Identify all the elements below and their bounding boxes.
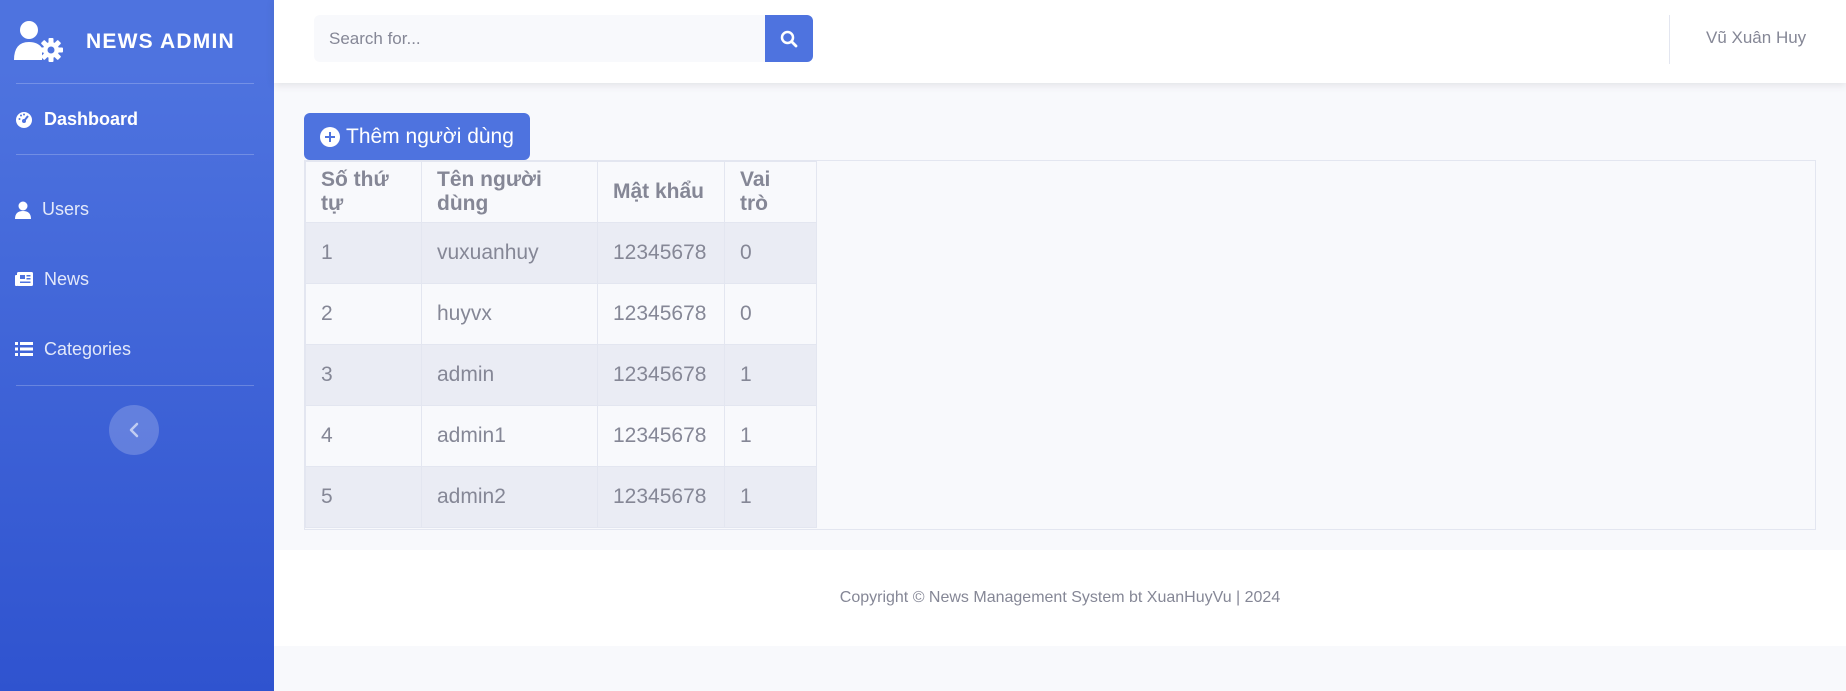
sidebar-brand[interactable]: NEWS ADMIN [0, 0, 274, 84]
column-header-index: Số thứ tự [305, 161, 422, 223]
cell-password: 12345678 [597, 466, 725, 528]
list-icon [15, 341, 33, 359]
add-user-button[interactable]: Thêm người dùng [304, 113, 530, 160]
sidebar-divider [16, 83, 254, 84]
sidebar-item-users[interactable]: Users [15, 199, 89, 220]
sidebar: NEWS ADMIN Dashboard Users News Categori… [0, 0, 274, 691]
sidebar-item-categories[interactable]: Categories [15, 339, 131, 360]
cell-password: 12345678 [597, 283, 725, 345]
cell-role: 0 [724, 283, 817, 345]
user-icon [15, 201, 31, 219]
cell-password: 12345678 [597, 344, 725, 406]
cell-index: 5 [305, 466, 422, 528]
search-icon [780, 30, 798, 47]
table-row: 2 huyvx 12345678 0 [305, 283, 817, 345]
cell-password: 12345678 [597, 222, 725, 284]
cell-index: 2 [305, 283, 422, 345]
tachometer-icon [15, 111, 33, 129]
cell-index: 3 [305, 344, 422, 406]
brand-title: NEWS ADMIN [86, 30, 235, 53]
cell-password: 12345678 [597, 405, 725, 467]
table-row: 3 admin 12345678 1 [305, 344, 817, 406]
plus-circle-icon [320, 126, 340, 147]
footer: Copyright © News Management System bt Xu… [274, 550, 1846, 646]
cell-username: vuxuanhuy [421, 222, 598, 284]
search-button[interactable] [765, 15, 813, 62]
sidebar-item-news[interactable]: News [15, 269, 89, 290]
cell-username: admin1 [421, 405, 598, 467]
cell-role: 1 [724, 466, 817, 528]
copyright-text: Copyright © News Management System bt Xu… [839, 589, 1281, 606]
table-row: 5 admin2 12345678 1 [305, 466, 817, 528]
table-row: 4 admin1 12345678 1 [305, 405, 817, 467]
sidebar-item-label: Users [42, 199, 90, 219]
table-header-row: Số thứ tự Tên người dùng Mật khẩu Vai tr… [305, 161, 817, 223]
users-table-container: Số thứ tự Tên người dùng Mật khẩu Vai tr… [304, 160, 1816, 530]
cell-username: admin2 [421, 466, 598, 528]
cell-index: 4 [305, 405, 422, 467]
sidebar-item-label: Categories [44, 339, 132, 359]
cell-username: huyvx [421, 283, 598, 345]
chevron-left-icon [129, 422, 139, 438]
user-gear-icon [14, 21, 63, 62]
sidebar-divider [16, 154, 254, 155]
table-row: 1 vuxuanhuy 12345678 0 [305, 222, 817, 284]
cell-username: admin [421, 344, 598, 406]
search-bar [314, 15, 813, 62]
search-input[interactable] [314, 15, 765, 62]
add-user-label: Thêm người dùng [346, 124, 514, 148]
sidebar-item-label: Dashboard [44, 109, 139, 129]
column-header-username: Tên người dùng [421, 161, 598, 223]
column-header-password: Mật khẩu [597, 161, 725, 223]
sidebar-toggle-button[interactable] [109, 405, 159, 455]
sidebar-item-label: News [44, 269, 90, 289]
sidebar-item-dashboard[interactable]: Dashboard [15, 109, 138, 130]
users-table: Số thứ tự Tên người dùng Mật khẩu Vai tr… [305, 161, 817, 528]
cell-index: 1 [305, 222, 422, 284]
topbar: Vũ Xuân Huy [274, 0, 1846, 83]
newspaper-icon [15, 271, 33, 289]
user-menu[interactable]: Vũ Xuân Huy [1706, 28, 1806, 48]
cell-role: 1 [724, 344, 817, 406]
sidebar-divider [16, 385, 254, 386]
cell-role: 0 [724, 222, 817, 284]
topbar-divider [1669, 15, 1670, 64]
cell-role: 1 [724, 405, 817, 467]
column-header-role: Vai trò [724, 161, 817, 223]
